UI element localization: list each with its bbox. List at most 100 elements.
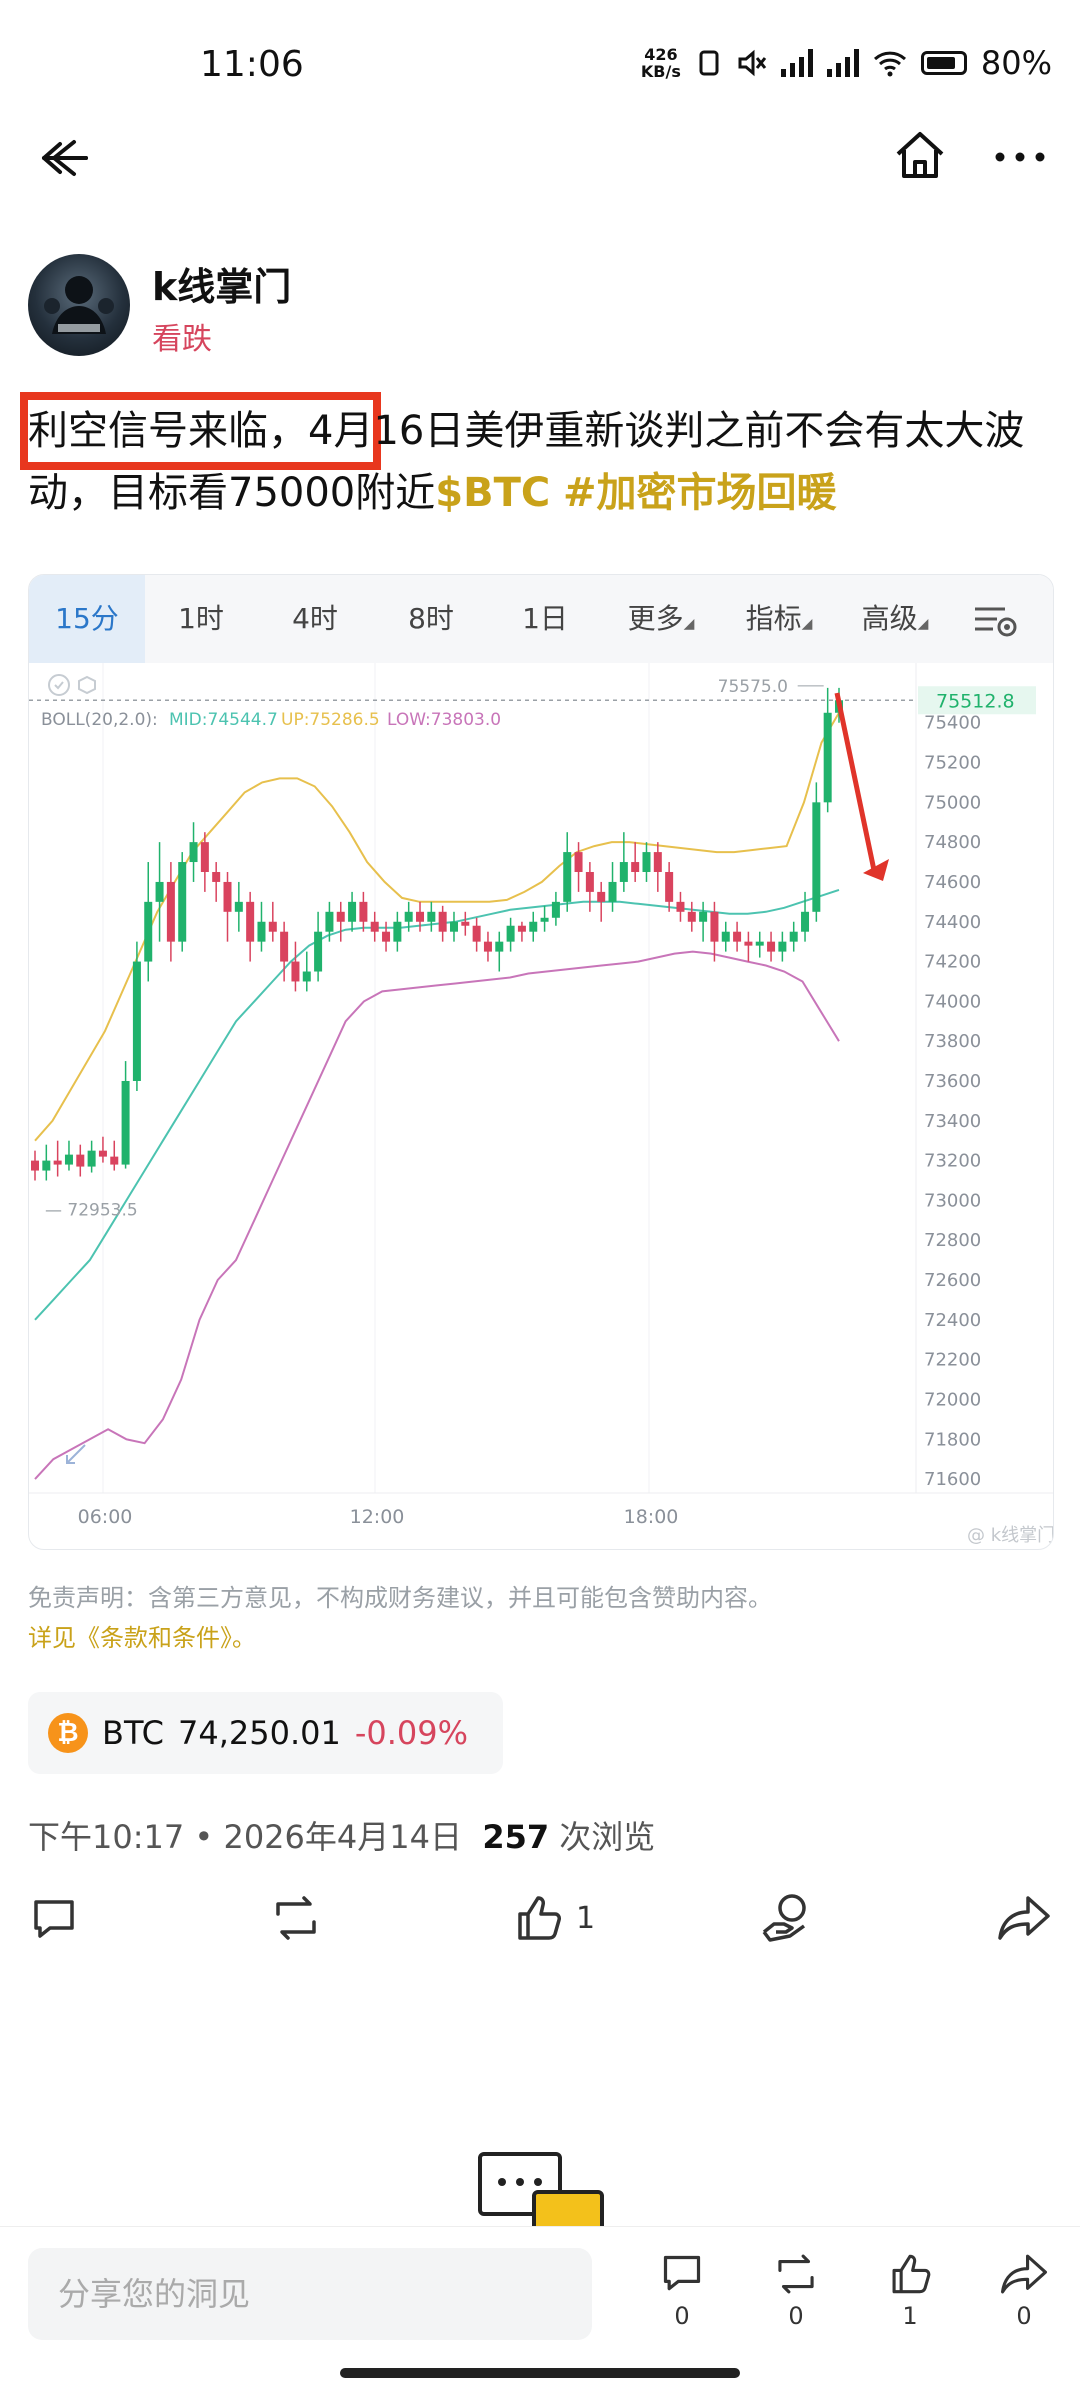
chart-settings-icon[interactable] xyxy=(963,589,1023,649)
bottom-like-button[interactable]: 1 xyxy=(880,2252,940,2330)
tip-button[interactable] xyxy=(758,1890,814,1946)
candle-body xyxy=(370,921,379,932)
status-time: 11:06 xyxy=(200,44,304,85)
y-tick-label: 73000 xyxy=(924,1190,981,1211)
candle-body xyxy=(574,852,583,872)
share-icon xyxy=(1001,2254,1047,2294)
like-count: 1 xyxy=(576,1900,596,1936)
candle-body xyxy=(506,925,515,942)
y-tick-label: 72400 xyxy=(924,1310,981,1331)
like-count: 1 xyxy=(902,2302,918,2330)
comment-icon xyxy=(663,2255,701,2291)
candle-body xyxy=(223,881,232,912)
bottom-repost-button[interactable]: 0 xyxy=(766,2252,826,2330)
candle-body xyxy=(619,862,628,882)
y-tick-label: 74000 xyxy=(924,991,981,1012)
tab-15m[interactable]: 15分 xyxy=(29,575,145,663)
like-button[interactable]: 1 xyxy=(512,1890,595,1946)
comment-button[interactable] xyxy=(28,1890,80,1946)
chart-watermark: @ k线掌门 xyxy=(967,1525,1053,1546)
y-tick-label: 75000 xyxy=(924,792,981,813)
candle-body xyxy=(687,911,696,922)
btc-ticker-card[interactable]: ₿ BTC 74,250.01 -0.09% xyxy=(28,1692,503,1774)
visibility-icon[interactable] xyxy=(48,674,70,696)
candle-body xyxy=(676,901,685,912)
bottom-share-button[interactable]: 0 xyxy=(994,2252,1054,2330)
gear-icon[interactable] xyxy=(78,675,96,695)
post-actions: 1 xyxy=(28,1890,1052,1950)
repost-icon xyxy=(778,2254,814,2294)
tag-btc[interactable]: $BTC xyxy=(435,470,550,516)
y-tick-label: 75400 xyxy=(924,713,981,734)
home-icon[interactable] xyxy=(890,126,950,186)
candle-body xyxy=(551,901,560,918)
tag-topic[interactable]: #加密市场回暖 xyxy=(563,470,837,516)
candle-body xyxy=(359,901,368,922)
tip-icon xyxy=(762,1894,806,1942)
candle-body xyxy=(416,911,425,922)
tab-4h[interactable]: 4时 xyxy=(257,575,373,663)
candle-body xyxy=(767,941,776,952)
candle-body xyxy=(563,852,572,902)
candle-body xyxy=(98,1150,107,1157)
candle-body xyxy=(121,1080,130,1165)
candle-body xyxy=(110,1156,119,1165)
candle-body xyxy=(382,931,391,942)
y-tick-label: 72600 xyxy=(924,1270,981,1291)
home-indicator xyxy=(340,2368,740,2378)
candle-body xyxy=(461,921,470,926)
candle-body xyxy=(314,931,323,972)
candle-body xyxy=(76,1154,85,1167)
candle-body xyxy=(31,1160,39,1171)
y-tick-label: 72200 xyxy=(924,1350,981,1371)
candle-body xyxy=(495,941,504,952)
meta-separator: • xyxy=(194,1818,214,1856)
chart-card: 15分 1时 4时 8时 1日 更多◢ 指标◢ 高级◢ 75400 75200 75… xyxy=(28,574,1054,1550)
y-tick-label: 73600 xyxy=(924,1071,981,1092)
battery-percent: 80% xyxy=(980,44,1052,82)
more-icon[interactable] xyxy=(990,140,1050,174)
candle-body xyxy=(144,901,153,962)
tab-advanced[interactable]: 高级◢ xyxy=(837,575,953,663)
y-tick-label: 73200 xyxy=(924,1151,981,1172)
candle-body xyxy=(280,931,289,962)
candle-body xyxy=(631,862,640,872)
tab-indicators[interactable]: 指标◢ xyxy=(721,575,837,663)
chart-toolbar-icons[interactable] xyxy=(48,674,96,696)
candle-body xyxy=(733,931,742,942)
repost-icon xyxy=(276,1896,316,1940)
candle-body xyxy=(597,891,606,902)
candle-body xyxy=(302,971,311,982)
tab-1d[interactable]: 1日 xyxy=(489,575,601,663)
y-tick-label: 71600 xyxy=(924,1469,981,1490)
repost-button[interactable] xyxy=(268,1890,324,1946)
signal-2-icon xyxy=(826,49,859,77)
tab-8h[interactable]: 8时 xyxy=(373,575,489,663)
candle-body xyxy=(246,901,255,942)
bottom-comment-button[interactable]: 0 xyxy=(652,2252,712,2330)
avatar[interactable] xyxy=(28,254,130,356)
vibrate-icon xyxy=(699,50,719,76)
author-name[interactable]: k线掌门 xyxy=(152,256,291,311)
post-meta: 下午10:17 • 2026年4月14日 257 次浏览 xyxy=(28,1812,655,1858)
candle-body xyxy=(291,961,300,982)
ticker-price: 74,250.01 xyxy=(177,1714,341,1752)
tab-more[interactable]: 更多◢ xyxy=(601,575,721,663)
share-button[interactable] xyxy=(996,1890,1052,1946)
battery-icon xyxy=(920,51,967,75)
candle-body xyxy=(257,921,266,942)
x-tick-label: 12:00 xyxy=(350,1506,405,1528)
tab-1h[interactable]: 1时 xyxy=(145,575,257,663)
wifi-icon xyxy=(873,51,906,77)
candle-body xyxy=(710,911,719,942)
candle-body xyxy=(53,1160,62,1165)
candle-body xyxy=(64,1154,73,1165)
comment-input[interactable]: 分享您的洞见 xyxy=(28,2248,592,2340)
post-highlighted-text: 利空信号来临，4月 xyxy=(20,392,382,470)
candle-body xyxy=(427,911,436,922)
x-tick-label: 06:00 xyxy=(78,1506,133,1528)
terms-link[interactable]: 详见《条款和条件》。 xyxy=(28,1618,256,1653)
y-tick-label: 72000 xyxy=(924,1389,981,1410)
boll-lower-band xyxy=(34,950,840,1480)
arrow-left-icon[interactable] xyxy=(36,128,96,188)
